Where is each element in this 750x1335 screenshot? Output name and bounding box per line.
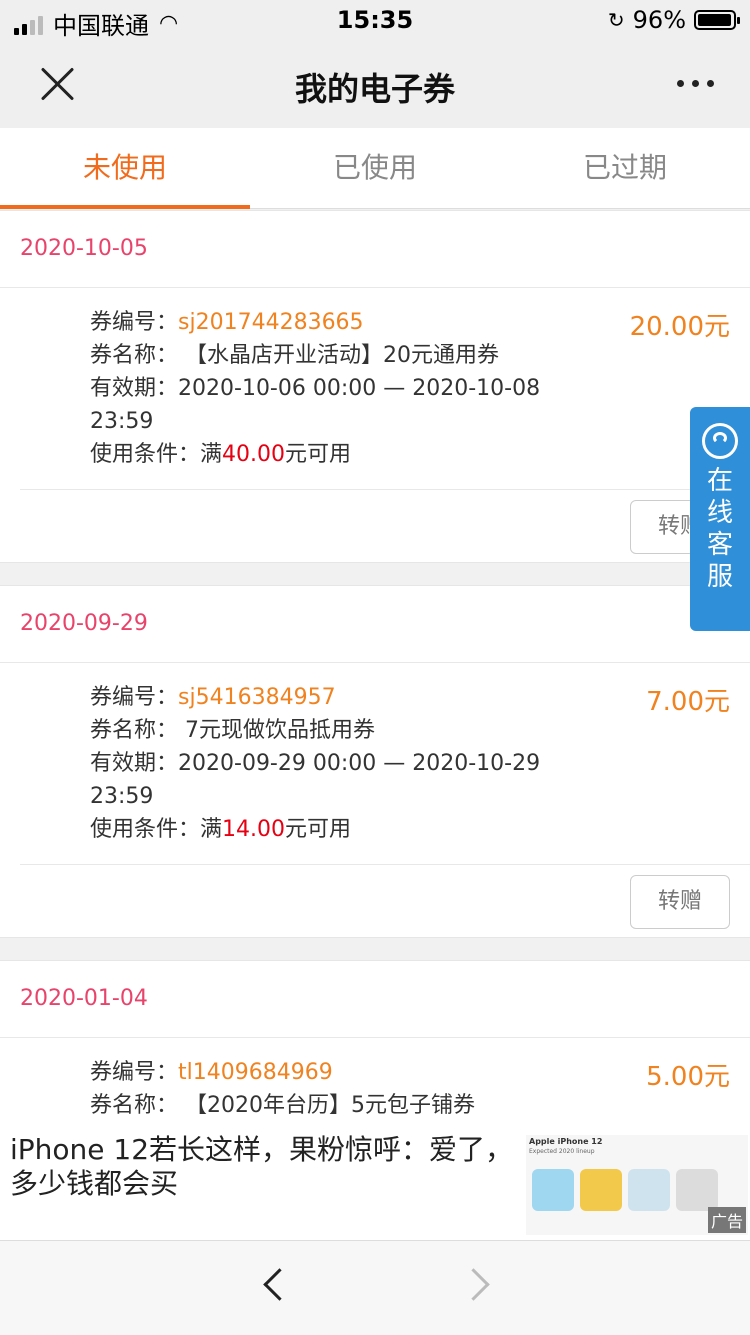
online-service-label: 在线客服 <box>706 466 733 592</box>
coupon-card: 2020-01-04 券编号：tl1409684969 券名称： 【2020年台… <box>0 960 750 1142</box>
status-bar: 中国联通 ◠ 15:35 ↻ 96% <box>0 0 750 40</box>
coupon-amount: 7.00元 <box>646 687 730 717</box>
coupon-condition-row: 使用条件：满14.00元可用 <box>90 813 750 846</box>
back-arrow-icon[interactable] <box>263 1268 296 1301</box>
coupon-amount: 5.00元 <box>646 1062 730 1092</box>
coupon-body[interactable]: 券编号：sj5416384957 券名称： 7元现做饮品抵用券 有效期：2020… <box>20 663 750 865</box>
coupon-validity-label: 有效期： <box>90 376 179 401</box>
headset-icon <box>702 423 738 459</box>
phone-image <box>580 1169 622 1211</box>
status-right: ↻ 96% <box>607 6 740 34</box>
coupon-validity-row: 有效期：2020-10-06 00:00 — 2020-10-08 23:59 <box>90 372 550 438</box>
more-icon[interactable] <box>677 80 714 87</box>
phone-image <box>676 1169 718 1211</box>
coupon-date: 2020-09-29 <box>0 586 750 663</box>
coupon-code: sj5416384957 <box>178 685 336 710</box>
coupon-condition-prefix: 使用条件：满 <box>90 442 223 467</box>
ad-image-subtitle: Expected 2020 lineup <box>529 1148 595 1155</box>
coupon-name-row: 券名称： 【2020年台历】5元包子铺券 <box>90 1089 750 1122</box>
phone-image <box>628 1169 670 1211</box>
coupon-condition-suffix: 元可用 <box>285 817 352 842</box>
battery-percent: 96% <box>632 6 686 34</box>
bottom-toolbar <box>0 1240 750 1335</box>
nav-bar: 我的电子券 <box>0 40 750 128</box>
coupon-condition-suffix: 元可用 <box>285 442 352 467</box>
forward-arrow-icon[interactable] <box>457 1268 490 1301</box>
coupon-date: 2020-01-04 <box>0 961 750 1038</box>
coupon-code-label: 券编号： <box>90 1060 179 1085</box>
coupon-footer: 转赠 <box>0 865 750 937</box>
coupon-min-amount: 14.00 <box>222 817 285 842</box>
coupon-tabs: 未使用 已使用 已过期 <box>0 128 750 209</box>
orientation-lock-icon: ↻ <box>607 8 625 32</box>
gift-button[interactable]: 转赠 <box>630 875 730 929</box>
coupon-list: 2020-10-05 券编号：sj201744283665 券名称： 【水晶店开… <box>0 210 750 1164</box>
ad-text[interactable]: iPhone 12若长这样，果粉惊呼：爱了，多少钱都会买 <box>10 1133 520 1201</box>
coupon-date: 2020-10-05 <box>0 211 750 288</box>
coupon-code-label: 券编号： <box>90 310 179 335</box>
coupon-code-label: 券编号： <box>90 685 179 710</box>
coupon-name-row: 券名称： 【水晶店开业活动】20元通用券 <box>90 339 750 372</box>
battery-fill <box>698 14 731 26</box>
ad-tag: 广告 <box>707 1207 746 1233</box>
page-title: 我的电子券 <box>294 70 455 108</box>
coupon-code: sj201744283665 <box>178 310 364 335</box>
coupon-validity-label: 有效期： <box>90 751 179 776</box>
phone-image <box>532 1169 574 1211</box>
coupon-name-label: 券名称： <box>90 718 179 743</box>
coupon-card: 2020-09-29 券编号：sj5416384957 券名称： 7元现做饮品抵… <box>0 585 750 938</box>
coupon-name: 7元现做饮品抵用券 <box>178 718 376 743</box>
battery-icon <box>694 10 740 30</box>
coupon-condition-row: 使用条件：满40.00元可用 <box>90 438 750 471</box>
coupon-name: 【2020年台历】5元包子铺券 <box>178 1093 475 1118</box>
coupon-code: tl1409684969 <box>178 1060 333 1085</box>
coupon-name-label: 券名称： <box>90 1093 179 1118</box>
ad-image[interactable]: Apple iPhone 12 Expected 2020 lineup 广告 <box>526 1135 748 1235</box>
tab-used[interactable]: 已使用 <box>250 128 500 208</box>
coupon-amount: 20.00元 <box>629 312 730 342</box>
coupon-min-amount: 40.00 <box>222 442 285 467</box>
coupon-validity-row: 有效期：2020-09-29 00:00 — 2020-10-29 23:59 <box>90 747 550 813</box>
coupon-name-row: 券名称： 7元现做饮品抵用券 <box>90 714 750 747</box>
coupon-name-label: 券名称： <box>90 343 179 368</box>
ad-image-title: Apple iPhone 12 <box>529 1137 603 1146</box>
tab-expired[interactable]: 已过期 <box>500 128 750 208</box>
coupon-name: 【水晶店开业活动】20元通用券 <box>178 343 500 368</box>
coupon-card: 2020-10-05 券编号：sj201744283665 券名称： 【水晶店开… <box>0 210 750 563</box>
tab-unused[interactable]: 未使用 <box>0 128 250 209</box>
coupon-body[interactable]: 券编号：sj201744283665 券名称： 【水晶店开业活动】20元通用券 … <box>20 288 750 490</box>
coupon-footer: 转赠 <box>0 490 750 562</box>
online-service-button[interactable]: 在线客服 <box>690 407 750 631</box>
coupon-condition-prefix: 使用条件：满 <box>90 817 223 842</box>
ad-banner[interactable]: iPhone 12若长这样，果粉惊呼：爱了，多少钱都会买 Apple iPhon… <box>0 1125 750 1240</box>
